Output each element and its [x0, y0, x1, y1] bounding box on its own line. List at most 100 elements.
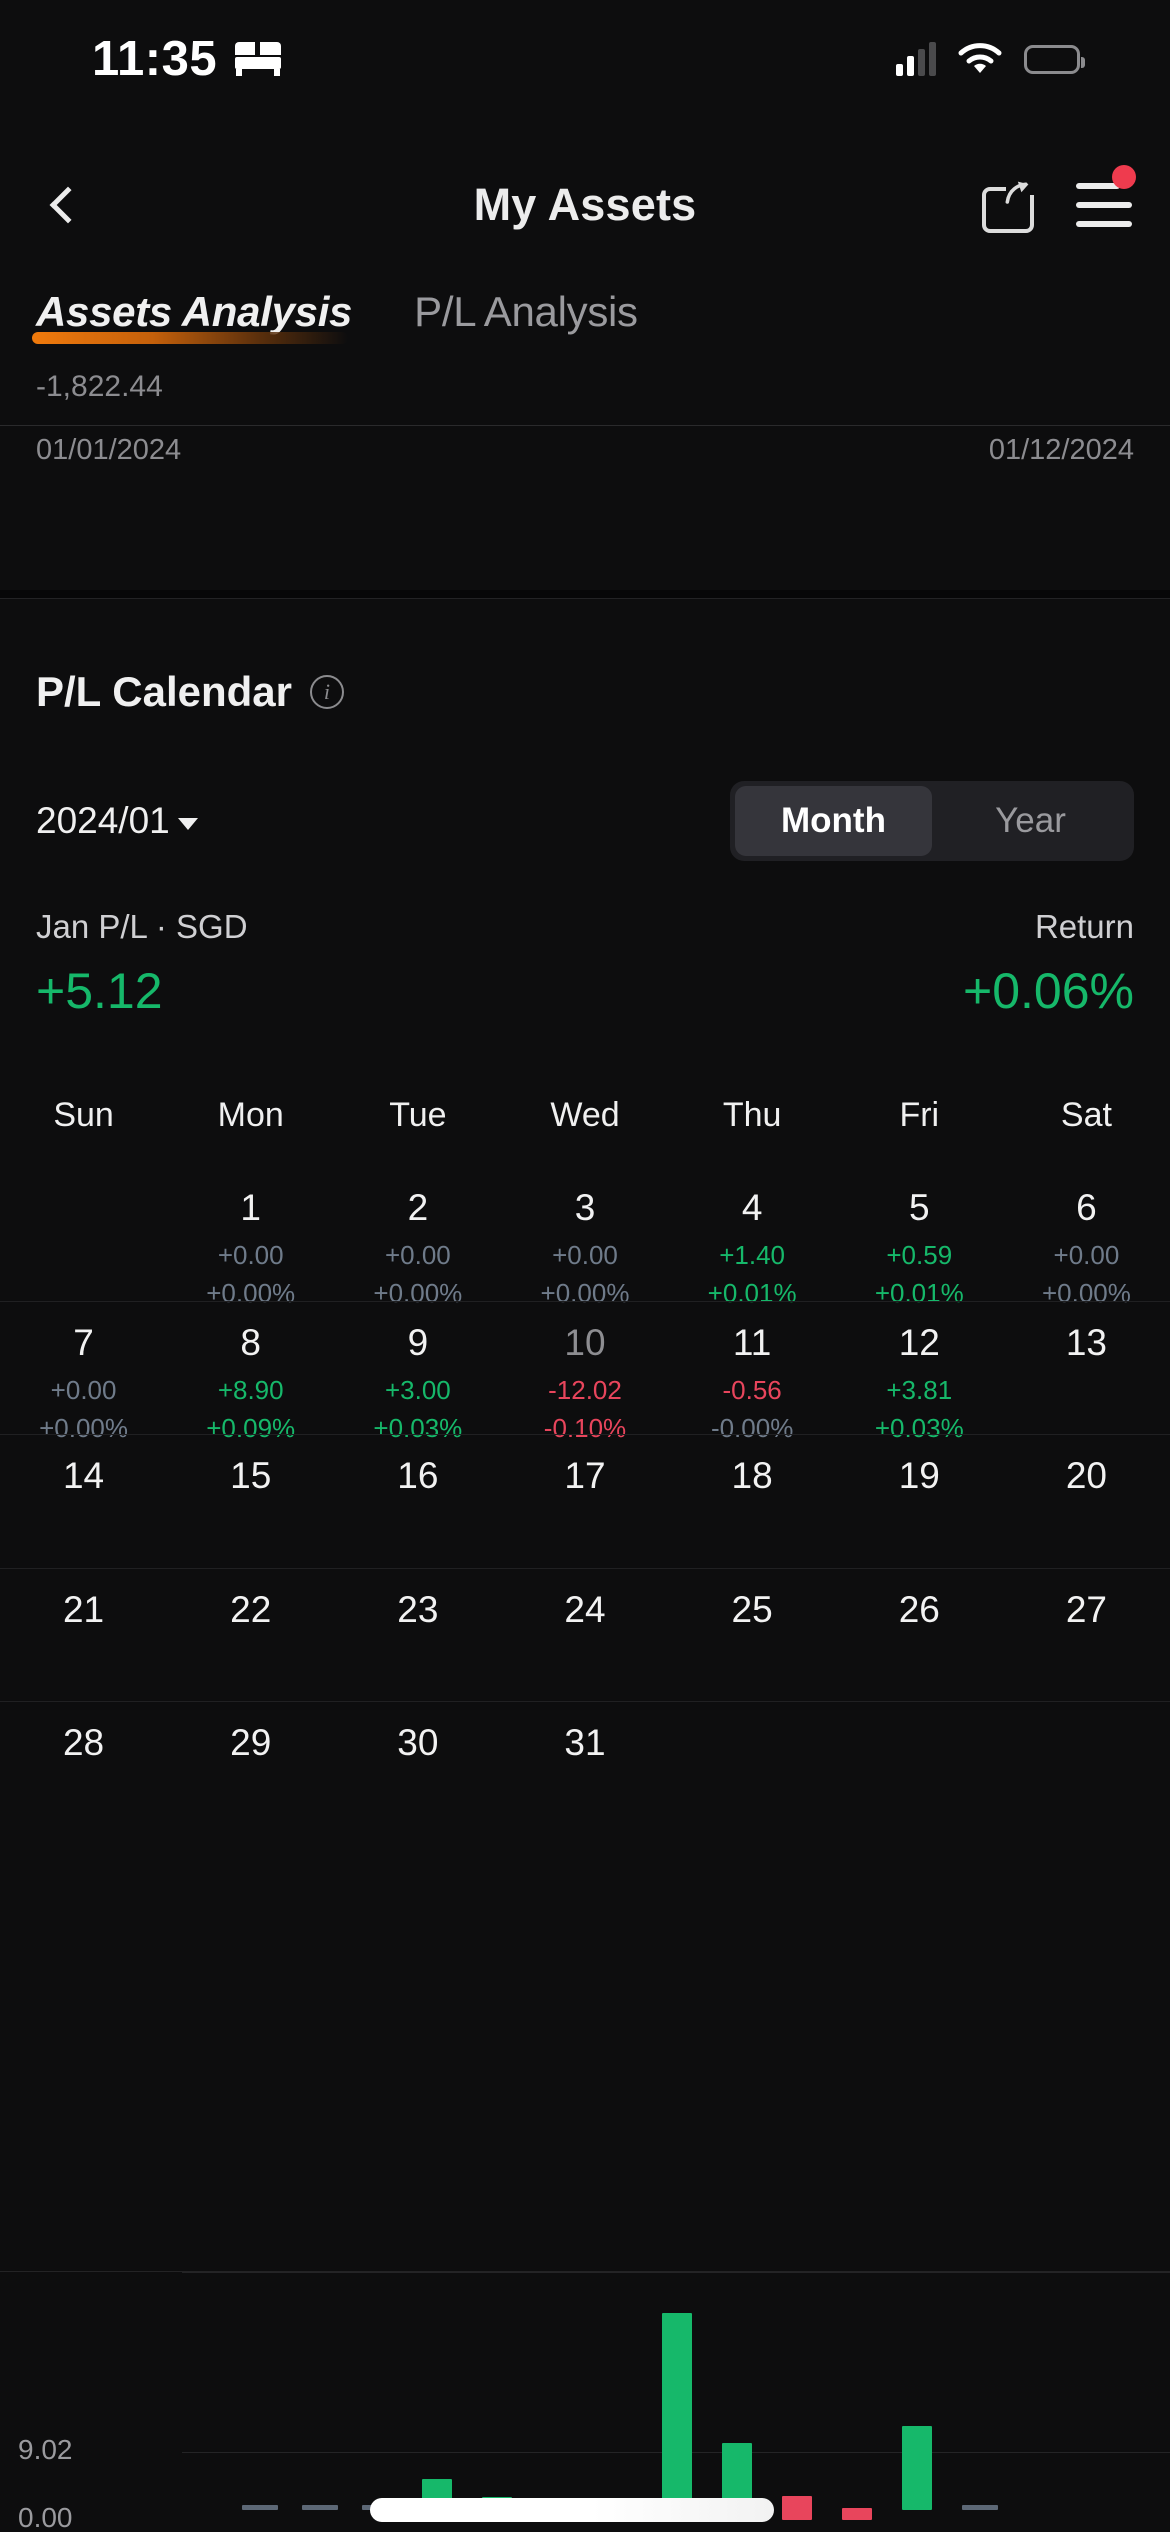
- calendar-day-cell[interactable]: 19: [836, 1435, 1003, 1568]
- calendar-day-cell[interactable]: 14: [0, 1435, 167, 1568]
- calendar-week-row: 28 29 30 31: [0, 1701, 1170, 1835]
- calendar-day-cell[interactable]: 28: [0, 1702, 167, 1835]
- calendar-day-number: 15: [230, 1455, 272, 1496]
- chart-date-range: 01/01/2024 01/12/2024: [0, 434, 1170, 467]
- cellular-signal-icon: [896, 42, 936, 76]
- chart-divider: [0, 425, 1170, 426]
- chart-end-date: 01/12/2024: [988, 434, 1134, 466]
- calendar-day-cell[interactable]: 1 +0.00 +0.00%: [167, 1167, 334, 1306]
- calendar-day-cell[interactable]: 31: [501, 1702, 668, 1835]
- share-icon[interactable]: [982, 173, 1034, 233]
- calendar-day-number: 7: [73, 1321, 94, 1363]
- weekday-thu: Thu: [722, 1096, 782, 1134]
- calendar-empty-cell: [669, 1702, 836, 1835]
- calendar-day-cell[interactable]: 30: [334, 1702, 501, 1835]
- calendar-day-number: 14: [62, 1455, 105, 1496]
- calendar-day-cell[interactable]: 21: [0, 1569, 167, 1702]
- calendar-empty-cell: [836, 1702, 1003, 1835]
- calendar-day-number: 6: [1076, 1187, 1097, 1228]
- calendar-day-cell[interactable]: 8 +8.90 +0.09%: [167, 1302, 334, 1441]
- calendar-day-amount: -12.02: [548, 1374, 622, 1405]
- calendar-day-cell[interactable]: 11 -0.56 -0.00%: [669, 1302, 836, 1441]
- calendar-day-cell[interactable]: 2 +0.00 +0.00%: [334, 1167, 501, 1306]
- chart-bar: [842, 2507, 872, 2520]
- calendar-week-row: 21 22 23 24 25 26 27: [0, 1567, 1170, 1702]
- status-bar-left: 11:35: [92, 31, 282, 87]
- calendar-day-number: 4: [741, 1187, 763, 1228]
- calendar-day-cell[interactable]: 18: [669, 1435, 836, 1568]
- calendar-week-row: 7 +0.00 +0.00% 8 +8.90 +0.09% 9 +3.00 +0.03% 10 -1…: [0, 1300, 1170, 1441]
- calendar-day-cell[interactable]: 15: [167, 1435, 334, 1568]
- tab-assets-analysis[interactable]: Assets Analysis: [32, 288, 352, 350]
- month-selector[interactable]: 2024/01: [36, 800, 198, 842]
- calendar-day-cell[interactable]: 24: [501, 1569, 668, 1702]
- calendar-day-number: 5: [908, 1187, 930, 1228]
- daily-pl-bar-chart: 9.02 0.00: [0, 2272, 1170, 2532]
- calendar-day-number: 16: [397, 1455, 439, 1496]
- calendar-day-number: 23: [397, 1588, 439, 1630]
- calendar-day-amount: +8.90: [217, 1374, 284, 1405]
- tab-pl-analysis[interactable]: P/L Analysis: [414, 288, 638, 350]
- calendar-day-number: 17: [564, 1455, 606, 1496]
- calendar-day-amount: +0.00: [384, 1240, 451, 1270]
- section-separator-line: [0, 598, 1170, 599]
- chart-bar: [662, 2312, 692, 2510]
- calendar-day-cell[interactable]: 13: [1003, 1302, 1170, 1441]
- calendar-day-number: 30: [397, 1722, 439, 1763]
- calendar-day-cell[interactable]: 25: [669, 1569, 836, 1702]
- calendar-day-cell[interactable]: 7 +0.00 +0.00%: [0, 1302, 167, 1441]
- calendar-day-number: 1: [240, 1187, 261, 1228]
- calendar-day-cell[interactable]: 17: [501, 1435, 668, 1568]
- calendar-day-cell[interactable]: 22: [167, 1569, 334, 1702]
- status-time: 11:35: [92, 32, 218, 86]
- home-indicator[interactable]: [370, 2498, 774, 2522]
- hamburger-menu-icon[interactable]: [1076, 165, 1136, 227]
- calendar-day-cell[interactable]: 5 +0.59 +0.01%: [836, 1167, 1003, 1306]
- calendar-day-cell[interactable]: 4 +1.40 +0.01%: [669, 1167, 836, 1306]
- pl-summary-value: +5.12: [36, 963, 163, 1019]
- calendar-day-number: 8: [240, 1321, 261, 1363]
- chart-bar: [242, 2505, 278, 2510]
- calendar-day-cell[interactable]: 9 +3.00 +0.03%: [334, 1302, 501, 1441]
- calendar-day-number: 25: [731, 1588, 773, 1630]
- chart-ytick-max: 9.02: [18, 2434, 73, 2465]
- calendar-day-cell[interactable]: 3 +0.00 +0.00%: [501, 1167, 668, 1306]
- month-selector-label: 2024/01: [36, 800, 170, 841]
- pl-calendar-title: P/L Calendar: [36, 668, 292, 715]
- back-button[interactable]: [36, 173, 100, 237]
- weekday-fri: Fri: [899, 1096, 940, 1134]
- calendar-day-cell[interactable]: 23: [334, 1569, 501, 1702]
- analysis-tabs: Assets Analysis P/L Analysis: [0, 288, 1170, 372]
- calendar-day-cell[interactable]: 27: [1003, 1569, 1170, 1702]
- notification-badge: [1112, 165, 1136, 189]
- weekday-wed: Wed: [550, 1096, 620, 1134]
- calendar-day-cell[interactable]: 6 +0.00 +0.00%: [1003, 1167, 1170, 1306]
- range-toggle: Month Year: [730, 781, 1134, 861]
- nav-bar: My Assets: [0, 160, 1170, 250]
- calendar-day-number: 18: [731, 1455, 773, 1496]
- chart-bar: [302, 2505, 338, 2510]
- calendar-day-amount: +0.59: [886, 1240, 953, 1270]
- calendar-day-cell[interactable]: 16: [334, 1435, 501, 1568]
- calendar-day-amount: +3.81: [886, 1374, 953, 1405]
- pl-calendar-header: P/L Calendar i: [36, 668, 344, 716]
- calendar-day-number: 3: [574, 1187, 596, 1228]
- calendar-day-amount: -0.56: [722, 1374, 782, 1405]
- pl-calendar-grid: 1 +0.00 +0.00% 2 +0.00 +0.00% 3 +0.00 +0.00% 4 +1.…: [0, 1167, 1170, 1835]
- calendar-day-cell[interactable]: 20: [1003, 1435, 1170, 1568]
- calendar-day-amount: +0.00: [50, 1374, 117, 1405]
- info-circle-icon[interactable]: i: [309, 675, 344, 709]
- return-value: +0.06%: [963, 963, 1134, 1019]
- range-toggle-year[interactable]: Year: [932, 786, 1129, 856]
- range-toggle-month[interactable]: Month: [735, 786, 932, 856]
- calendar-day-amount: +0.00: [217, 1240, 284, 1270]
- calendar-day-number: 9: [407, 1321, 429, 1363]
- calendar-day-cell[interactable]: 29: [167, 1702, 334, 1835]
- chart-ytick-min: 0.00: [18, 2502, 73, 2532]
- calendar-day-number: 12: [898, 1321, 940, 1363]
- calendar-day-cell[interactable]: 10 -12.02 -0.10%: [501, 1302, 668, 1441]
- weekday-sat: Sat: [1060, 1096, 1112, 1134]
- calendar-day-cell[interactable]: 26: [836, 1569, 1003, 1702]
- calendar-day-amount: +0.00: [1053, 1240, 1120, 1270]
- calendar-day-cell[interactable]: 12 +3.81 +0.03%: [836, 1302, 1003, 1441]
